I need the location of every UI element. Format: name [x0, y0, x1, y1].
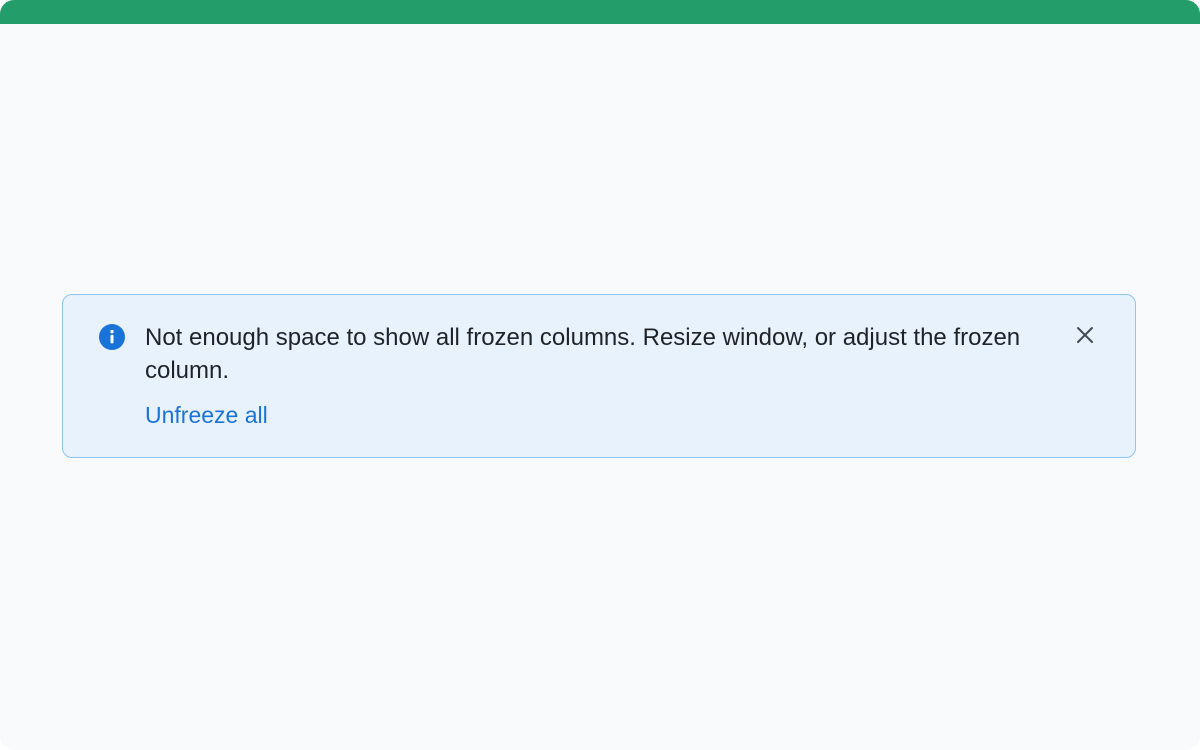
unfreeze-all-link[interactable]: Unfreeze all: [145, 401, 268, 429]
close-icon: [1077, 327, 1093, 343]
app-frame: Not enough space to show all frozen colu…: [0, 0, 1200, 750]
frozen-columns-alert: Not enough space to show all frozen colu…: [62, 294, 1136, 458]
info-icon: [99, 324, 125, 350]
close-button[interactable]: [1069, 319, 1101, 351]
alert-message: Not enough space to show all frozen colu…: [145, 324, 1021, 384]
header-bar: [0, 0, 1200, 24]
